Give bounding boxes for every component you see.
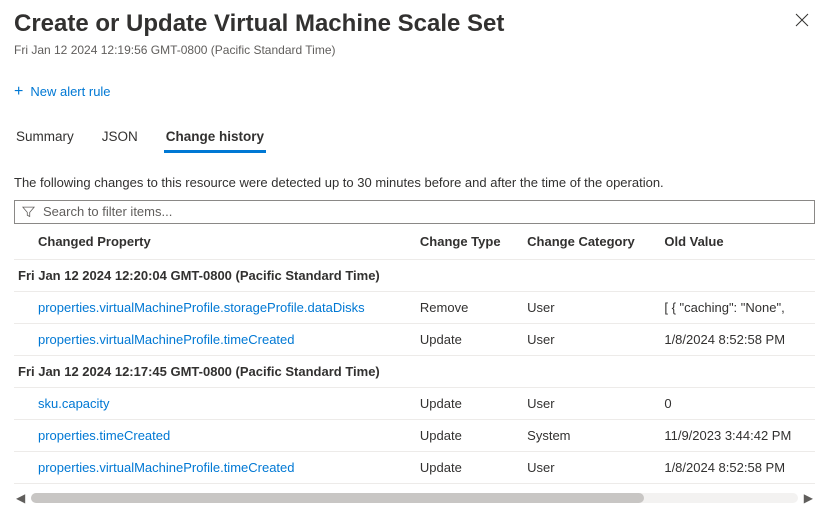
table-group-row: Fri Jan 12 2024 12:20:04 GMT-0800 (Pacif…	[14, 259, 815, 291]
changes-table: Changed Property Change Type Change Cate…	[14, 224, 815, 484]
col-old-value[interactable]: Old Value	[656, 224, 815, 260]
new-alert-button[interactable]: + New alert rule	[14, 84, 111, 100]
property-link[interactable]: properties.virtualMachineProfile.timeCre…	[38, 460, 295, 475]
table-row: properties.timeCreated UpdateSystem11/9/2…	[14, 419, 815, 451]
col-changed-property[interactable]: Changed Property	[14, 224, 412, 260]
tab-json[interactable]: JSON	[100, 123, 140, 153]
group-label: Fri Jan 12 2024 12:20:04 GMT-0800 (Pacif…	[14, 259, 815, 291]
table-row: properties.virtualMachineProfile.storage…	[14, 291, 815, 323]
property-link[interactable]: properties.virtualMachineProfile.timeCre…	[38, 332, 295, 347]
change-type-cell: Remove	[412, 291, 519, 323]
col-change-category[interactable]: Change Category	[519, 224, 656, 260]
page-subtitle: Fri Jan 12 2024 12:19:56 GMT-0800 (Pacif…	[14, 43, 504, 57]
table-row: properties.virtualMachineProfile.timeCre…	[14, 451, 815, 483]
close-icon	[795, 13, 809, 27]
horizontal-scrollbar[interactable]: ◀ ▶	[14, 490, 815, 506]
tab-summary[interactable]: Summary	[14, 123, 76, 153]
scroll-thumb[interactable]	[31, 493, 644, 503]
old-value-cell: [ { "caching": "None",	[656, 291, 815, 323]
change-category-cell: User	[519, 451, 656, 483]
scroll-track[interactable]	[31, 493, 798, 503]
table-row: sku.capacity UpdateUser0	[14, 387, 815, 419]
change-type-cell: Update	[412, 419, 519, 451]
old-value-cell: 1/8/2024 8:52:58 PM	[656, 451, 815, 483]
close-button[interactable]	[789, 10, 815, 34]
table-row: properties.virtualMachineProfile.timeCre…	[14, 323, 815, 355]
scroll-left-icon[interactable]: ◀	[14, 491, 27, 505]
tab-change-history[interactable]: Change history	[164, 123, 266, 153]
change-type-cell: Update	[412, 387, 519, 419]
tabs: Summary JSON Change history	[14, 123, 815, 153]
change-category-cell: System	[519, 419, 656, 451]
intro-text: The following changes to this resource w…	[14, 175, 815, 190]
change-type-cell: Update	[412, 323, 519, 355]
property-link[interactable]: sku.capacity	[38, 396, 110, 411]
property-link[interactable]: properties.timeCreated	[38, 428, 170, 443]
col-change-type[interactable]: Change Type	[412, 224, 519, 260]
scroll-right-icon[interactable]: ▶	[802, 491, 815, 505]
change-category-cell: User	[519, 387, 656, 419]
table-group-row: Fri Jan 12 2024 12:17:45 GMT-0800 (Pacif…	[14, 355, 815, 387]
old-value-cell: 0	[656, 387, 815, 419]
change-category-cell: User	[519, 323, 656, 355]
old-value-cell: 1/8/2024 8:52:58 PM	[656, 323, 815, 355]
change-category-cell: User	[519, 291, 656, 323]
property-link[interactable]: properties.virtualMachineProfile.storage…	[38, 300, 365, 315]
new-alert-label: New alert rule	[30, 84, 110, 99]
group-label: Fri Jan 12 2024 12:17:45 GMT-0800 (Pacif…	[14, 355, 815, 387]
search-input[interactable]	[14, 200, 815, 224]
page-title: Create or Update Virtual Machine Scale S…	[14, 10, 504, 39]
plus-icon: +	[14, 84, 23, 100]
old-value-cell: 11/9/2023 3:44:42 PM	[656, 419, 815, 451]
change-type-cell: Update	[412, 451, 519, 483]
